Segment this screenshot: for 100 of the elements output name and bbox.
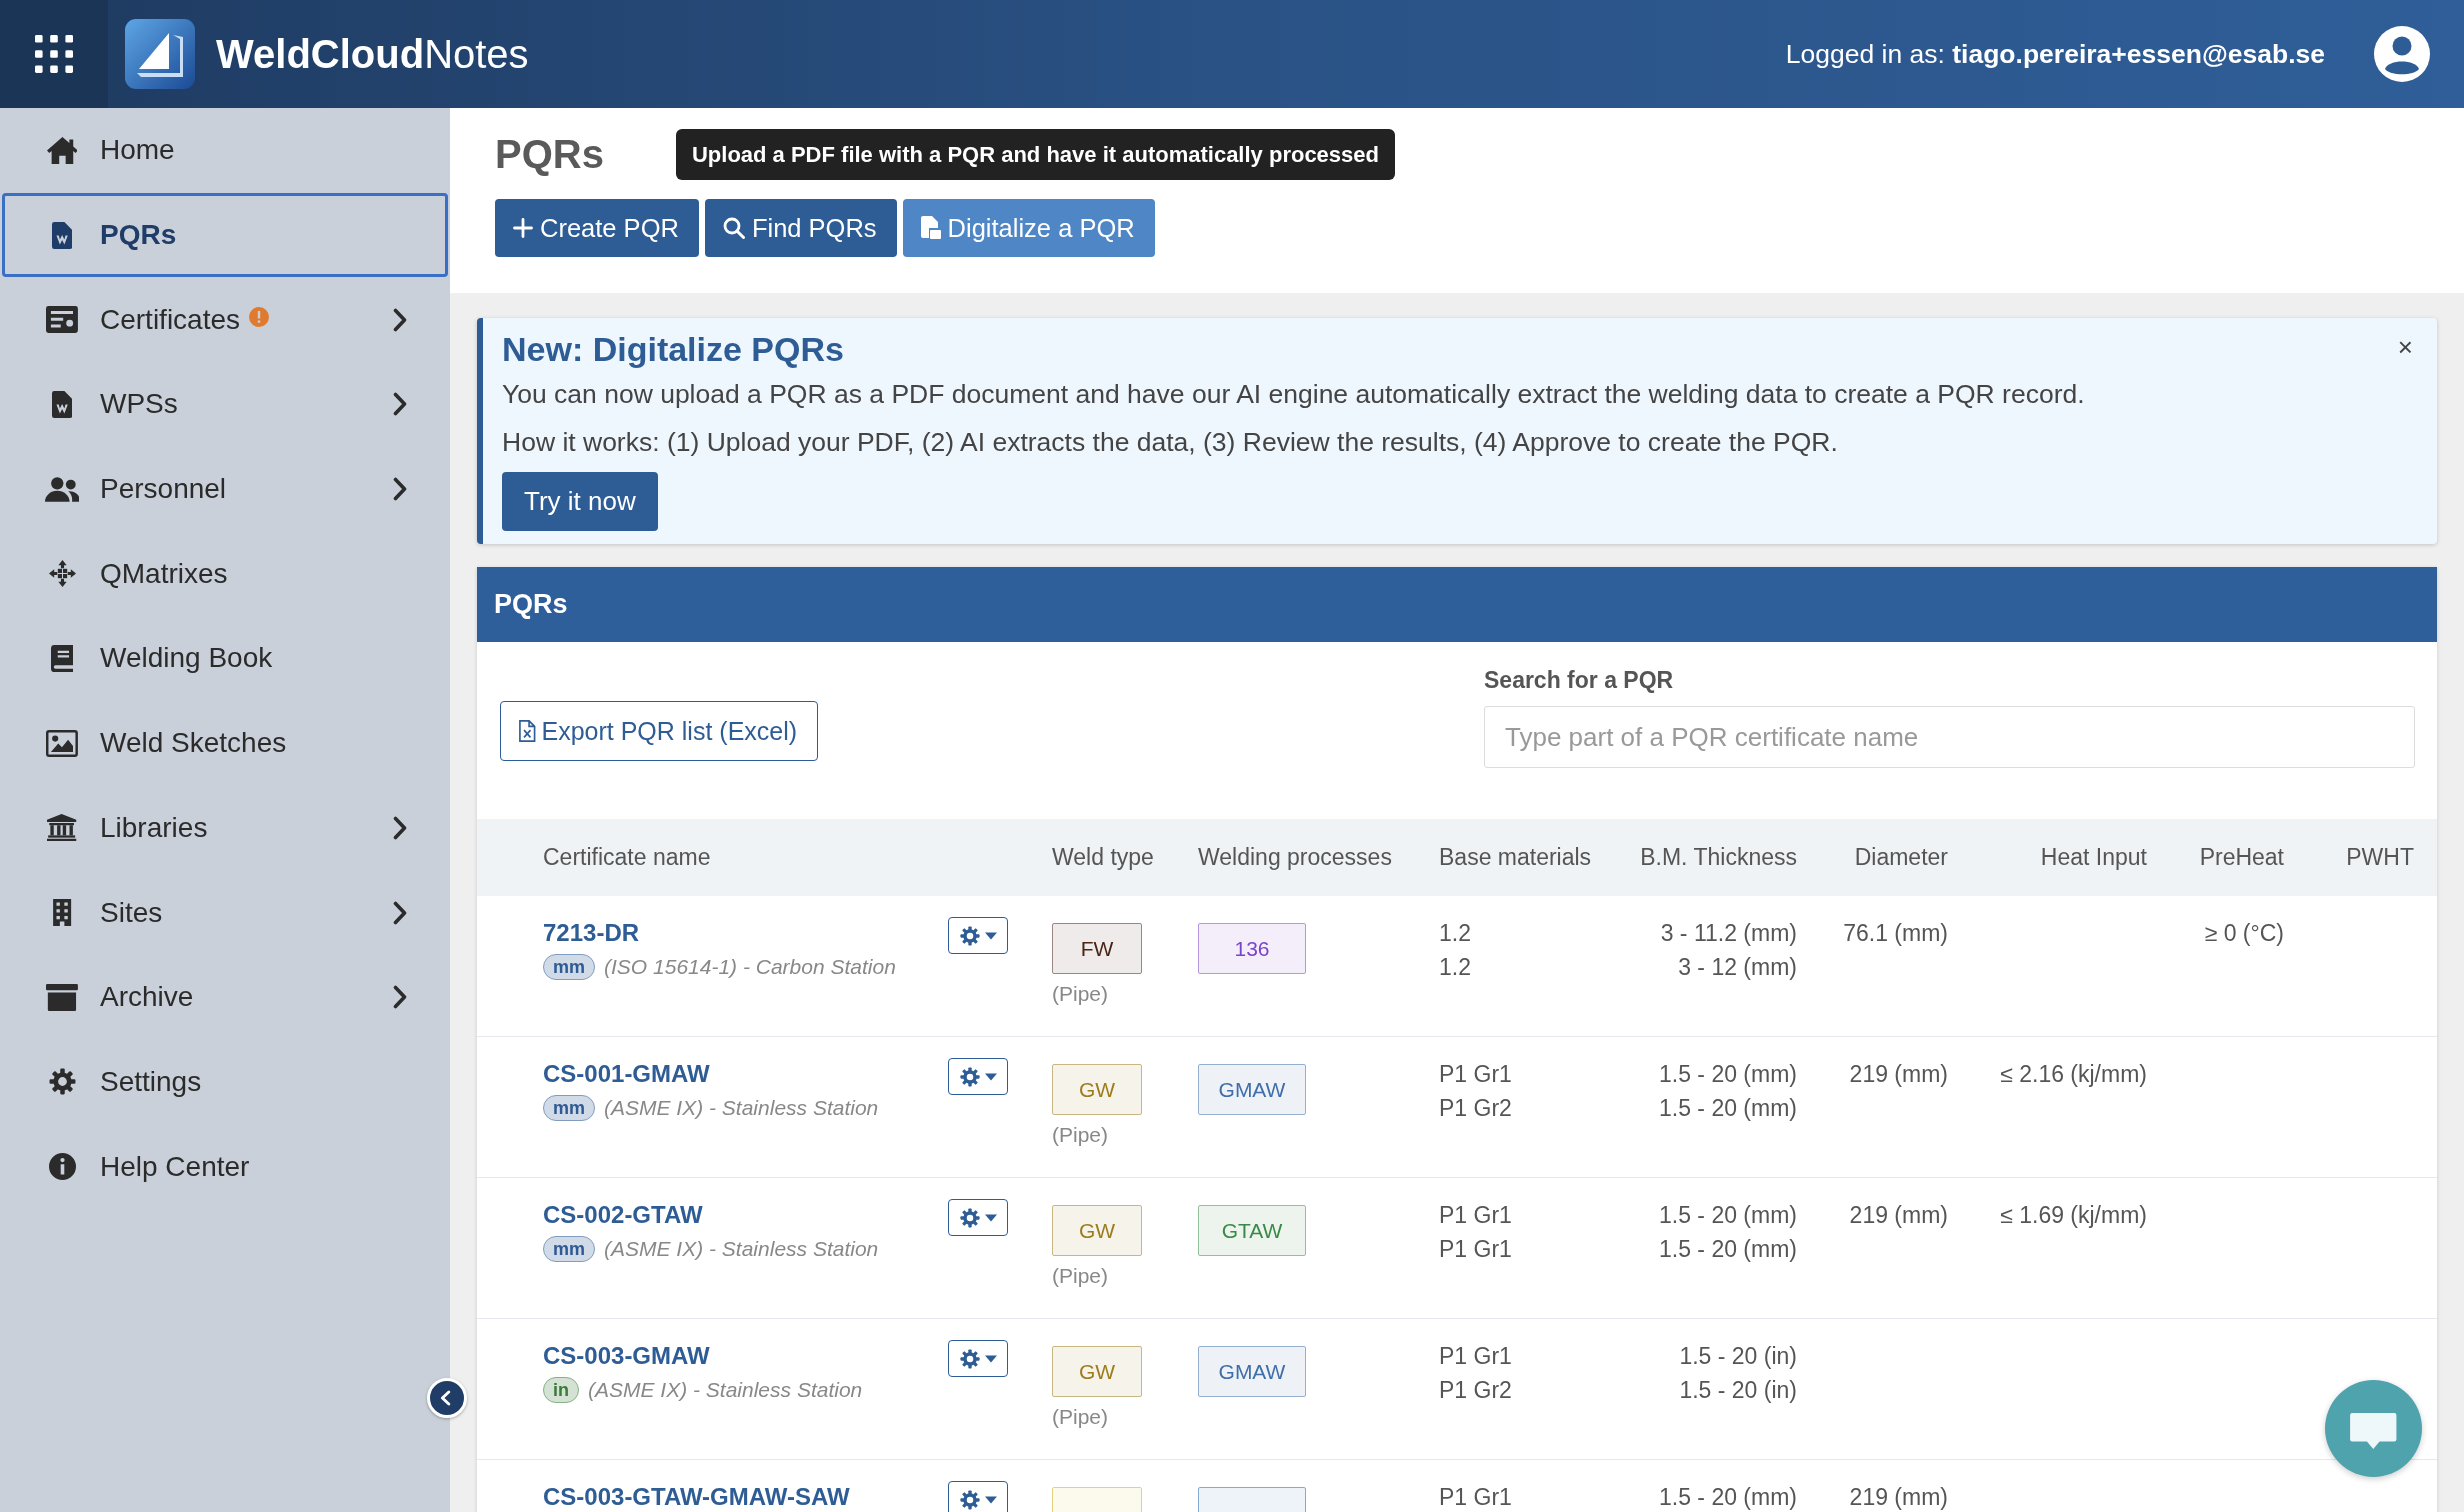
caret-icon <box>984 1072 997 1081</box>
base-material-text: P1 Gr1 <box>1439 1483 1513 1512</box>
heat-input-text: ≤ 2.16 (kj/mm) <box>2000 1060 2147 1089</box>
sidebar-item[interactable]: PQRs <box>2 192 448 278</box>
gear-icon <box>959 1489 980 1510</box>
standard-text: (ISO 15614-1) - Carbon Station <box>604 954 896 980</box>
weld-type-badge: FW <box>1052 923 1142 974</box>
gear-icon <box>959 1207 980 1228</box>
plus-icon <box>513 218 533 238</box>
actions-dropdown-button[interactable] <box>948 1340 1008 1377</box>
base-material-text: P1 Gr1 <box>1439 1201 1513 1230</box>
thickness-text: 1.5 - 20 (mm) <box>1658 1094 1797 1123</box>
actions-dropdown-button[interactable] <box>948 1058 1008 1095</box>
action-button[interactable]: Find PQRs <box>704 199 897 257</box>
base-material-text: 1.2 <box>1439 953 1472 982</box>
file-x-icon <box>519 720 536 742</box>
bank-icon <box>47 814 77 842</box>
process-badge: GMAW <box>1198 1346 1306 1397</box>
banner-title: New: Digitalize PQRs <box>502 329 844 369</box>
sidebar-item[interactable]: Home <box>2 108 448 193</box>
action-button[interactable]: Digitalize a PQR <box>902 199 1155 257</box>
column-header: Base materials <box>1439 844 1592 870</box>
column-header: Welding processes <box>1198 844 1392 870</box>
search-icon <box>722 217 745 239</box>
column-header: PWHT <box>2346 844 2414 870</box>
app-title: WeldCloudNotes <box>216 31 529 77</box>
panel-title: PQRs <box>494 589 568 620</box>
pqr-link[interactable]: CS-003-GMAW <box>543 1341 710 1371</box>
sidebar-item[interactable]: Sites <box>2 870 448 955</box>
sidebar-item[interactable]: Personnel <box>2 446 448 532</box>
weld-form-text: (Pipe) <box>1052 1404 1109 1430</box>
document-icon <box>51 390 73 418</box>
weld-type-badge: GW <box>1052 1205 1142 1256</box>
search-label: Search for a PQR <box>1484 668 1674 692</box>
sidebar-item[interactable]: Weld Sketches <box>2 700 448 786</box>
home-icon <box>46 136 78 164</box>
process-badge: 136 <box>1198 923 1306 974</box>
action-button[interactable]: Create PQR <box>495 199 699 257</box>
thickness-text: 1.5 - 20 (in) <box>1679 1376 1797 1405</box>
actions-dropdown-button[interactable] <box>948 917 1008 954</box>
caret-icon <box>984 931 997 940</box>
avatar-icon[interactable] <box>2374 26 2430 82</box>
banner-text: You can now upload a PQR as a PDF document and have our AI engine automatically extract the welding data to create a PQR record. <box>502 379 2085 409</box>
search-field[interactable]: Type part of a PQR certificate name <box>1484 706 2415 768</box>
weld-form-text: (Pipe) <box>1052 1263 1109 1289</box>
base-material-text: P1 Gr1 <box>1439 1342 1513 1371</box>
weld-form-text: (Pipe) <box>1052 981 1109 1007</box>
grid-icon <box>35 35 73 73</box>
diameter-text: 219 (mm) <box>1849 1201 1948 1230</box>
sidebar-item[interactable]: Welding Book <box>2 616 448 701</box>
standard-text: (ASME IX) - Stainless Station <box>588 1377 863 1403</box>
base-material-text: P1 Gr2 <box>1439 1094 1513 1123</box>
apps-menu-button[interactable] <box>0 0 108 108</box>
book-icon <box>50 644 74 672</box>
sidebar-item[interactable]: Libraries <box>2 785 448 871</box>
process-badge: GMAW <box>1198 1064 1306 1115</box>
login-text: Logged in as: tiago.pereira+essen@esab.se <box>1785 38 2325 70</box>
try-button[interactable]: Try it now <box>502 472 658 531</box>
thickness-text: 1.5 - 20 (mm) <box>1658 1201 1797 1230</box>
sidebar-item[interactable]: QMatrixes <box>2 531 448 617</box>
sidebar-item[interactable]: Certificates <box>2 277 448 363</box>
weld-type-badge: GW <box>1052 1064 1142 1115</box>
pqr-link[interactable]: CS-001-GMAW <box>543 1059 710 1089</box>
diameter-text: 76.1 (mm) <box>1843 919 1948 948</box>
pqr-link[interactable]: 7213-DR <box>543 918 640 948</box>
thickness-text: 1.5 - 20 (mm) <box>1658 1060 1797 1089</box>
preheat-text: ≥ 0 (°C) <box>2204 919 2284 948</box>
column-header: Diameter <box>1854 844 1948 870</box>
pqr-link[interactable]: CS-002-GTAW <box>543 1200 703 1230</box>
unit-tag: mm <box>543 1095 595 1121</box>
heat-input-text: ≤ 1.69 (kj/mm) <box>2000 1201 2147 1230</box>
sidebar-item[interactable]: Settings <box>2 1039 448 1125</box>
archive-icon <box>46 983 78 1011</box>
image-icon <box>46 729 78 757</box>
column-header: Weld type <box>1052 844 1154 870</box>
users-icon <box>44 475 80 503</box>
pqr-link[interactable]: CS-003-GTAW-GMAW-SAW <box>543 1482 850 1512</box>
export-button[interactable]: Export PQR list (Excel) <box>500 701 819 761</box>
thickness-text: 1.5 - 20 (mm) <box>1658 1235 1797 1264</box>
weld-form-text: (Pipe) <box>1052 1122 1109 1148</box>
actions-dropdown-button[interactable] <box>948 1481 1008 1512</box>
banner-text: How it works: (1) Upload your PDF, (2) AI extracts the data, (3) Review the results, (4) Approve to create the PQR. <box>502 427 1838 457</box>
standard-text: (ASME IX) - Stainless Station <box>604 1236 879 1262</box>
actions-dropdown-button[interactable] <box>948 1199 1008 1236</box>
caret-icon <box>984 1354 997 1363</box>
sidebar-item[interactable]: Help Center <box>2 1124 448 1209</box>
info-icon <box>48 1153 76 1181</box>
close-button[interactable]: × <box>2391 332 2419 363</box>
base-material-text: 1.2 <box>1439 919 1472 948</box>
sidebar-item[interactable]: Archive <box>2 954 448 1040</box>
thickness-text: 1.5 - 20 (mm) <box>1658 1483 1797 1512</box>
unit-tag: mm <box>543 1236 595 1262</box>
sidebar-item[interactable]: WPSs <box>2 362 448 447</box>
chevron-left-icon <box>440 1390 452 1406</box>
collapse-sidebar-button[interactable] <box>427 1378 467 1418</box>
page-title: PQRs <box>495 132 604 177</box>
speech-bubble-icon <box>2348 1410 2399 1451</box>
column-header: B.M. Thickness <box>1640 844 1797 870</box>
caret-icon <box>984 1213 997 1222</box>
gear-icon <box>959 1348 980 1369</box>
